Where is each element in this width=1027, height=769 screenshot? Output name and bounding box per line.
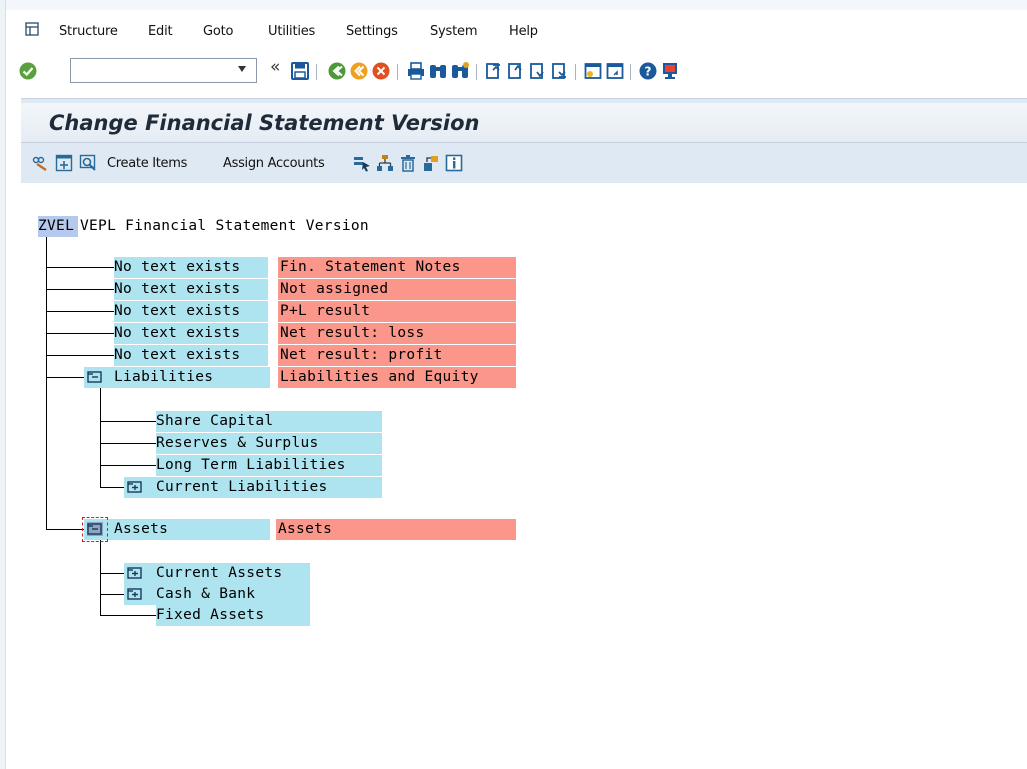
tree-connector — [46, 529, 85, 530]
toolbar-separator — [476, 64, 477, 80]
liabilities-label[interactable]: Liabilities — [114, 367, 264, 388]
menu-help[interactable]: Help — [509, 24, 538, 39]
standard-toolbar: « ? — [6, 56, 1027, 88]
info-icon[interactable] — [445, 154, 463, 172]
tree-connector — [100, 465, 156, 466]
delete-icon[interactable] — [399, 154, 417, 172]
tree-child-item[interactable]: Fixed Assets — [156, 605, 310, 626]
toolbar-separator — [316, 64, 317, 80]
folder-closed-icon[interactable] — [126, 479, 144, 495]
tree-child-item[interactable]: Current Liabilities — [156, 477, 376, 498]
tree-root-text: VEPL Financial Statement Version — [80, 218, 369, 234]
expand-subtree-icon[interactable] — [55, 154, 73, 172]
tree-item-label[interactable]: No text exists — [114, 345, 268, 366]
tree-connector — [46, 289, 114, 290]
menu-system[interactable]: System — [430, 24, 477, 39]
tree-item-desc: Net result: loss — [278, 323, 516, 344]
window-top-strip — [6, 0, 1027, 10]
tree-item-label[interactable]: No text exists — [114, 301, 268, 322]
tree-item-desc: Fin. Statement Notes — [278, 257, 516, 278]
folder-open-icon[interactable] — [86, 369, 104, 385]
tree-connector — [46, 333, 114, 334]
tree-connector — [46, 369, 47, 529]
tree-child-item[interactable]: Reserves & Surplus — [156, 433, 382, 454]
tree-connector — [100, 615, 156, 616]
tree-child-item[interactable]: Cash & Bank — [156, 584, 306, 605]
select-node-icon[interactable] — [353, 154, 371, 172]
tree-item-label[interactable]: No text exists — [114, 279, 268, 300]
move-node-icon[interactable] — [422, 154, 440, 172]
folder-open-icon[interactable] — [86, 521, 104, 537]
tree-connector — [46, 267, 114, 268]
tree-item-label[interactable]: No text exists — [114, 323, 268, 344]
new-session-icon[interactable] — [583, 61, 603, 81]
tree-connector — [100, 387, 101, 488]
toolbar-separator — [397, 64, 398, 80]
first-page-icon[interactable] — [484, 61, 504, 81]
structure-tree: ZVEL VEPL Financial Statement Version No… — [21, 184, 1027, 769]
tree-connector — [100, 594, 124, 595]
menu-open-icon[interactable] — [25, 22, 39, 36]
assets-desc: Assets — [276, 519, 516, 540]
next-page-icon[interactable] — [528, 61, 548, 81]
sap-window: Structure Edit Goto Utilities Settings S… — [6, 0, 1027, 769]
tree-connector — [100, 487, 124, 488]
folder-closed-icon[interactable] — [126, 586, 144, 602]
back-history-icon[interactable]: « — [270, 57, 280, 77]
toolbar-separator — [630, 64, 631, 80]
help-icon[interactable]: ? — [638, 61, 658, 81]
previous-page-icon[interactable] — [506, 61, 526, 81]
menu-settings[interactable]: Settings — [346, 24, 398, 39]
tree-connector — [46, 232, 47, 369]
tree-connector — [46, 311, 114, 312]
find-icon[interactable] — [428, 61, 448, 81]
command-field[interactable] — [70, 58, 257, 83]
tree-connector — [46, 355, 114, 356]
tree-connector — [100, 443, 156, 444]
menu-goto[interactable]: Goto — [203, 24, 233, 39]
back-icon[interactable] — [327, 61, 347, 81]
save-icon[interactable] — [290, 61, 310, 81]
toolbar-separator — [575, 64, 576, 80]
tree-root-key[interactable]: ZVEL — [38, 216, 78, 237]
page-title: Change Financial Statement Version — [49, 111, 480, 135]
svg-text:?: ? — [645, 65, 652, 79]
tree-child-item[interactable]: Long Term Liabilities — [156, 455, 382, 476]
tree-child-item[interactable]: Share Capital — [156, 411, 382, 432]
tree-connector — [100, 539, 101, 615]
exit-icon[interactable] — [349, 61, 369, 81]
tree-connector — [100, 573, 124, 574]
tree-connector — [46, 377, 85, 378]
shortcut-icon[interactable] — [605, 61, 625, 81]
find-next-icon[interactable] — [450, 61, 470, 81]
application-toolbar: Create Items Assign Accounts — [21, 145, 1027, 183]
tree-connector — [100, 421, 156, 422]
find-in-tree-icon[interactable] — [79, 154, 97, 172]
print-icon[interactable] — [406, 61, 426, 81]
tree-child-item[interactable]: Current Assets — [156, 563, 306, 584]
create-items-button[interactable]: Create Items — [107, 156, 187, 171]
title-band: Change Financial Statement Version — [21, 103, 1027, 143]
tree-item-desc: P+L result — [278, 301, 516, 322]
tree-item-desc: Not assigned — [278, 279, 516, 300]
assign-accounts-button[interactable]: Assign Accounts — [223, 156, 325, 171]
hierarchy-icon[interactable] — [376, 154, 394, 172]
customize-layout-icon[interactable] — [660, 61, 680, 81]
liabilities-desc: Liabilities and Equity — [278, 367, 516, 388]
menu-bar: Structure Edit Goto Utilities Settings S… — [6, 0, 1027, 50]
assets-label[interactable]: Assets — [114, 519, 264, 540]
display-change-icon[interactable] — [31, 154, 49, 172]
cancel-icon[interactable] — [371, 61, 391, 81]
tree-item-desc: Net result: profit — [278, 345, 516, 366]
title-panel: Change Financial Statement Version Creat… — [21, 98, 1027, 183]
chevron-down-icon[interactable] — [238, 66, 246, 72]
last-page-icon[interactable] — [550, 61, 570, 81]
folder-closed-icon[interactable] — [126, 565, 144, 581]
green-check-icon[interactable] — [18, 61, 38, 81]
tree-item-label[interactable]: No text exists — [114, 257, 268, 278]
menu-edit[interactable]: Edit — [148, 24, 173, 39]
menu-utilities[interactable]: Utilities — [268, 24, 315, 39]
menu-structure[interactable]: Structure — [59, 24, 118, 39]
